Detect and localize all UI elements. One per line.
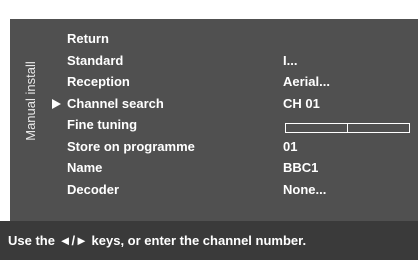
menu-item-label: Reception	[67, 74, 130, 89]
menu-item-label: Standard	[67, 53, 124, 68]
menu-item-name[interactable]: Name BBC1	[10, 157, 418, 179]
menu-item-label: Name	[67, 160, 103, 175]
menu-item-label: Channel search	[67, 96, 164, 111]
fine-tuning-marker[interactable]	[347, 124, 348, 132]
manual-install-menu: Manual install Return Standard I... Rece…	[10, 19, 418, 221]
menu-item-value: None...	[283, 182, 327, 197]
menu-item-standard[interactable]: Standard I...	[10, 50, 418, 72]
help-text: Use the ◄/► keys, or enter the channel n…	[8, 233, 307, 248]
menu-item-label: Fine tuning	[67, 117, 138, 132]
menu-item-decoder[interactable]: Decoder None...	[10, 179, 418, 201]
menu-item-return[interactable]: Return	[10, 28, 418, 50]
menu-item-value: BBC1	[283, 160, 319, 175]
menu-item-label: Return	[67, 31, 109, 46]
menu-item-label: Decoder	[67, 182, 120, 197]
help-bar: Use the ◄/► keys, or enter the channel n…	[0, 221, 418, 260]
fine-tuning-slider[interactable]	[285, 123, 410, 133]
menu-item-store-on-programme[interactable]: Store on programme 01	[10, 136, 418, 158]
tv-screen: Manual install Return Standard I... Rece…	[0, 0, 418, 260]
menu-item-channel-search[interactable]: Channel search CH 01	[10, 93, 418, 115]
menu-item-label: Store on programme	[67, 139, 195, 154]
menu-item-value: I...	[283, 53, 298, 68]
menu-item-reception[interactable]: Reception Aerial...	[10, 71, 418, 93]
selection-pointer-icon	[52, 99, 61, 109]
menu-item-value: CH 01	[283, 96, 320, 111]
menu-item-value: Aerial...	[283, 74, 330, 89]
menu-item-value: 01	[283, 139, 298, 154]
